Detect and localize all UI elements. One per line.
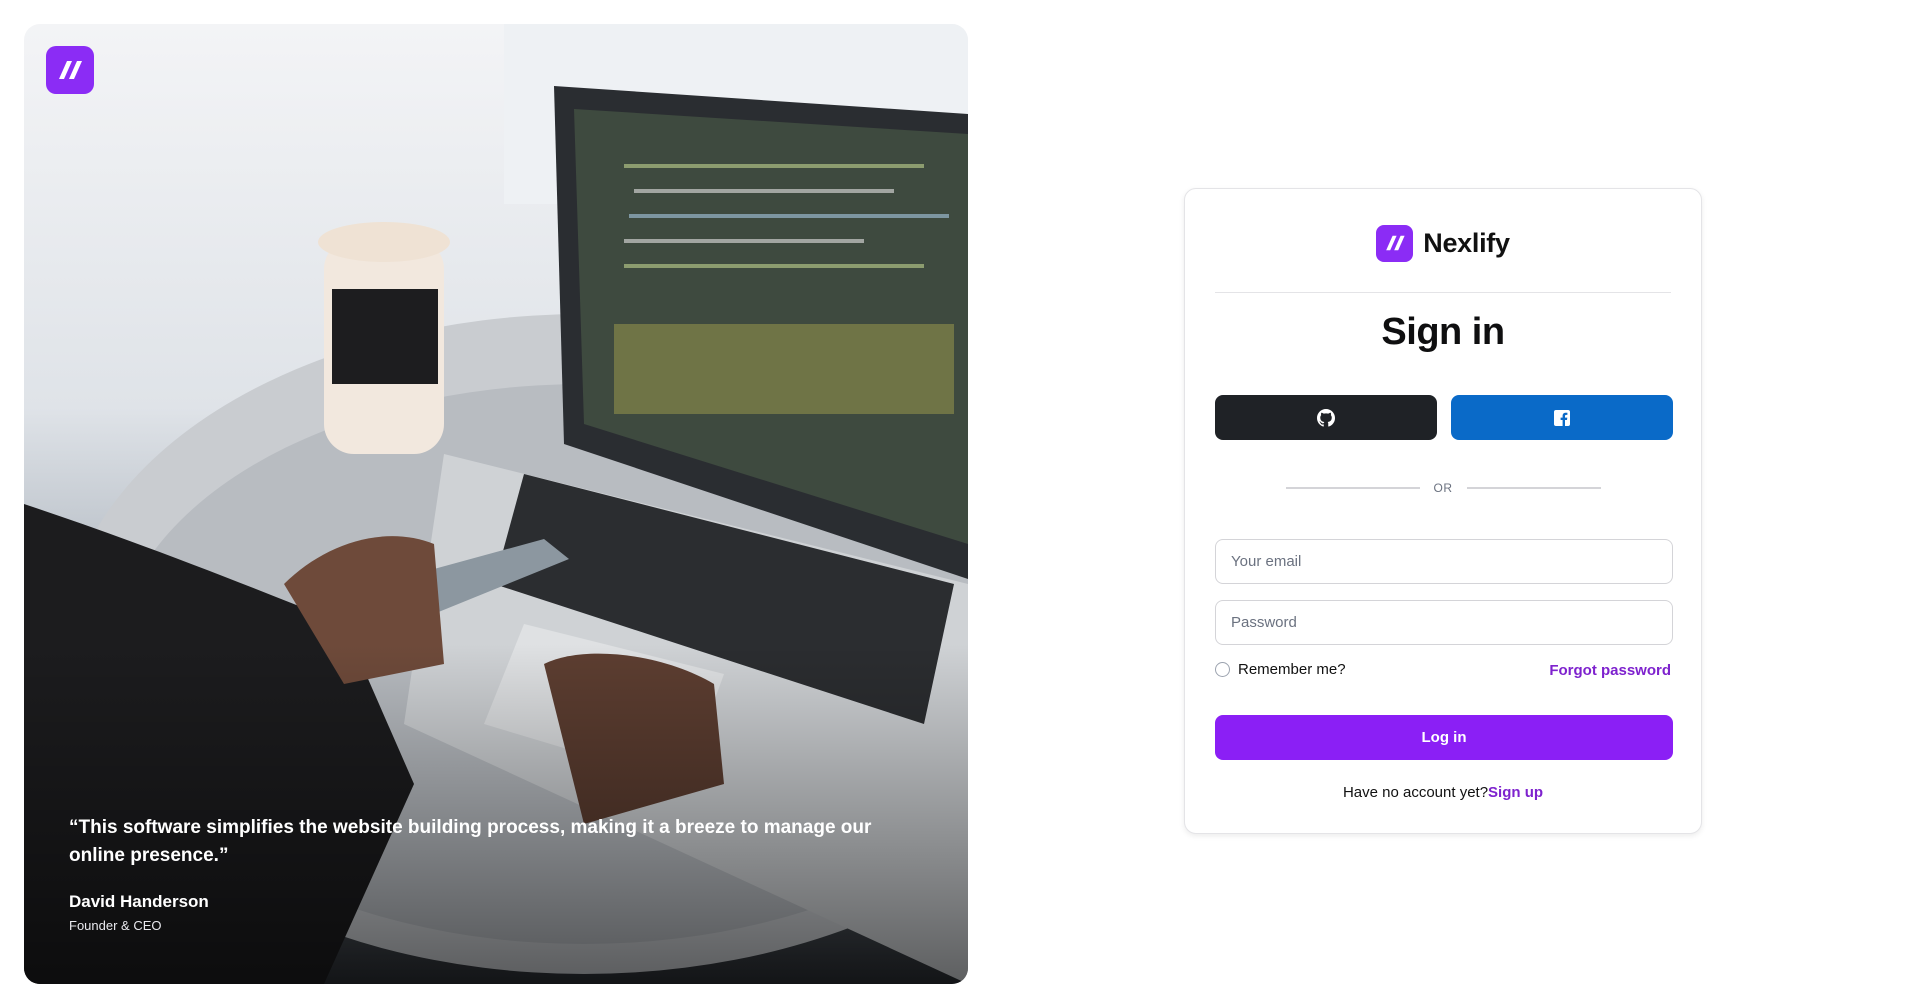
- page-title: Sign in: [1381, 311, 1505, 353]
- testimonial: “This software simplifies the website bu…: [69, 814, 909, 933]
- nexlify-logo-icon: [1385, 235, 1405, 251]
- no-account-text: Have no account yet?: [1342, 784, 1489, 801]
- signup-row: Have no account yet?Sign up: [1185, 784, 1701, 801]
- divider-line: [1285, 487, 1420, 489]
- password-field[interactable]: [1215, 600, 1673, 645]
- remember-me-label: Remember me?: [1238, 661, 1346, 678]
- remember-me-radio[interactable]: [1215, 662, 1230, 677]
- divider-line: [1466, 487, 1601, 489]
- nexlify-logo-icon: [59, 61, 82, 79]
- brand-name: Nexlify: [1423, 227, 1510, 258]
- testimonial-author: David Handerson: [69, 892, 209, 911]
- facebook-login-button[interactable]: [1451, 395, 1673, 440]
- signin-card: Nexlify Sign in OR Remember me? Forgot p…: [1184, 188, 1702, 834]
- forgot-password-link[interactable]: Forgot password: [1549, 662, 1671, 679]
- signup-link[interactable]: Sign up: [1488, 784, 1543, 801]
- hero-logo[interactable]: [46, 46, 94, 94]
- remember-me[interactable]: Remember me?: [1215, 661, 1346, 678]
- brand-logo: [1376, 224, 1414, 262]
- header-divider: [1215, 292, 1671, 293]
- testimonial-quote: “This software simplifies the website bu…: [69, 817, 872, 866]
- github-login-button[interactable]: [1215, 395, 1437, 440]
- facebook-icon: [1554, 409, 1570, 426]
- github-icon: [1317, 408, 1335, 427]
- or-text: OR: [1433, 481, 1453, 495]
- email-field[interactable]: [1215, 539, 1673, 584]
- brand: Nexlify: [1185, 223, 1701, 263]
- login-button[interactable]: Log in: [1215, 715, 1673, 760]
- hero-panel: “This software simplifies the website bu…: [24, 24, 968, 984]
- or-divider: OR: [1185, 481, 1701, 495]
- testimonial-role: Founder & CEO: [69, 918, 162, 933]
